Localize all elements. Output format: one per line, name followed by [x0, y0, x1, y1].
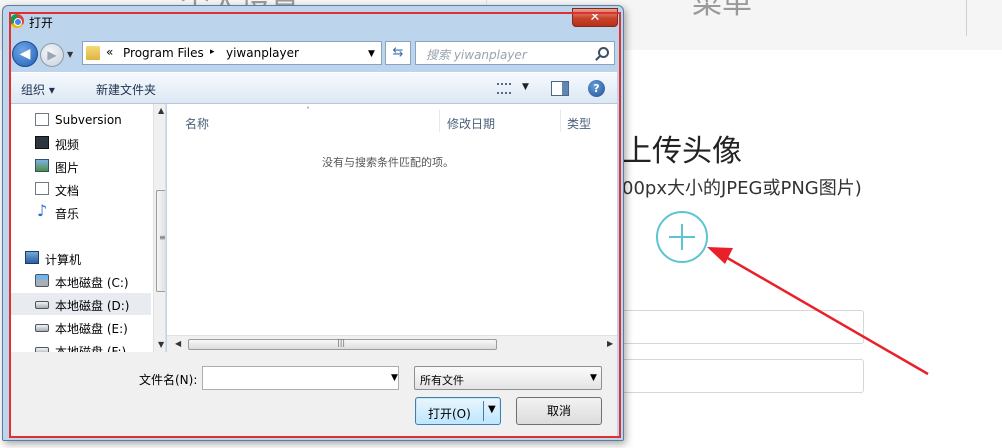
scroll-left-icon[interactable]: ◀ — [175, 339, 181, 348]
column-header-name[interactable]: 名称 — [185, 115, 209, 132]
empty-results-message: 没有与搜索条件匹配的项。 — [322, 156, 454, 169]
sidebar-item-label: 本地磁盘 (C:) — [55, 276, 129, 290]
forward-arrow-icon[interactable]: ▶ — [40, 43, 64, 67]
document-icon — [35, 182, 49, 195]
dialog-titlebar[interactable]: 打开 ✕ — [3, 6, 623, 36]
scrollbar-thumb[interactable]: ||| — [188, 338, 497, 350]
breadcrumb-separator-icon[interactable]: ▸ — [210, 47, 215, 57]
address-bar[interactable]: « Program Files ▸ yiwanplayer ▼ — [82, 41, 382, 65]
column-divider[interactable] — [560, 110, 561, 132]
filename-field[interactable] — [202, 366, 399, 390]
chevron-down-icon: ▼ — [590, 373, 597, 383]
sidebar-item-drive-d[interactable]: 本地磁盘 (D:) — [9, 293, 151, 315]
os-drive-icon — [35, 274, 49, 287]
chevron-down-icon[interactable]: ▼ — [522, 82, 529, 92]
filename-label: 文件名(N): — [139, 373, 198, 387]
list-horizontal-scrollbar[interactable]: ◀ ||| ▶ — [167, 335, 617, 352]
sidebar-item-music[interactable]: ♪ 音乐 — [9, 201, 151, 223]
breadcrumb-overflow[interactable]: « — [106, 45, 113, 59]
file-open-dialog: 打开 ✕ ◀ ▶ ▼ « Program Files ▸ yiwanplayer… — [2, 5, 624, 441]
search-icon[interactable] — [598, 47, 609, 58]
search-input[interactable]: 搜索 yiwanplayer — [415, 41, 615, 65]
sidebar-item-label: 计算机 — [45, 253, 82, 267]
scrollbar-thumb[interactable]: ≡ — [156, 190, 166, 292]
preview-pane-icon[interactable] — [551, 81, 569, 96]
sidebar-item-label: 图片 — [55, 161, 80, 175]
folder-icon — [86, 46, 100, 60]
help-icon[interactable]: ? — [588, 80, 605, 97]
sidebar-item-label: 音乐 — [55, 207, 80, 221]
cancel-button[interactable]: 取消 — [516, 397, 602, 425]
chrome-icon — [10, 14, 24, 28]
scroll-right-icon[interactable]: ▶ — [607, 339, 613, 348]
sidebar-item-label: 视频 — [55, 138, 80, 152]
drive-icon — [35, 301, 49, 309]
split-divider — [483, 401, 484, 421]
dialog-title: 打开 — [29, 16, 54, 30]
sidebar-item-label: 文档 — [55, 184, 80, 198]
column-header-type[interactable]: 类型 — [567, 115, 591, 132]
sidebar-item-documents[interactable]: 文档 — [9, 178, 151, 200]
chevron-down-icon[interactable]: ▼ — [368, 49, 375, 59]
sidebar-item-label: 本地磁盘 (D:) — [55, 299, 130, 313]
music-icon: ♪ — [37, 201, 48, 220]
sidebar-item-drive-f[interactable]: 本地磁盘 (F:) — [9, 339, 151, 352]
drive-icon — [35, 324, 49, 332]
navigation-bar: ◀ ▶ ▼ « Program Files ▸ yiwanplayer ▼ ⇆ … — [3, 36, 623, 72]
back-arrow-icon[interactable]: ◀ — [12, 41, 38, 67]
sidebar-item-computer[interactable]: 计算机 — [9, 247, 151, 269]
sidebar-item-drive-e[interactable]: 本地磁盘 (E:) — [9, 316, 151, 338]
screen: 个人设置 菜单 上传头像 00px大小的JPEG或PNG图片) 打开 ✕ ◀ ▶… — [0, 0, 1002, 448]
sidebar-scrollbar[interactable]: ▲ ≡ ▼ — [153, 104, 166, 352]
sidebar-item-pictures[interactable]: 图片 — [9, 155, 151, 177]
recent-locations-dropdown-icon[interactable]: ▼ — [67, 50, 73, 59]
scroll-down-icon[interactable]: ▼ — [158, 340, 164, 349]
column-header-date[interactable]: 修改日期 — [447, 115, 495, 132]
chevron-down-icon[interactable]: ▼ — [391, 373, 398, 383]
grip-icon: ≡ — [159, 233, 166, 242]
file-list-pane: ˄ 名称 修改日期 类型 没有与搜索条件匹配的项。 ◀ ||| ▶ — [167, 104, 617, 352]
grip-icon: ||| — [337, 338, 346, 347]
dialog-footer: 文件名(N): ▼ 所有文件 ▼ 打开(O) ▼ 取消 — [9, 352, 617, 436]
open-button-label: 打开(O) — [428, 407, 471, 421]
organize-menu[interactable]: 组织 ▾ — [21, 81, 55, 98]
sidebar-item-label: Subversion — [55, 113, 122, 127]
filetype-select[interactable]: 所有文件 ▼ — [414, 366, 602, 390]
navigation-pane: Subversion 视频 图片 文档 ♪ 音乐 计算机 本地磁盘 (C:) 本… — [9, 104, 166, 352]
new-folder-button[interactable]: 新建文件夹 — [96, 81, 156, 98]
computer-icon — [25, 251, 39, 264]
breadcrumb-yiwanplayer[interactable]: yiwanplayer — [226, 46, 299, 60]
sidebar-item-drive-c[interactable]: 本地磁盘 (C:) — [9, 270, 151, 292]
sidebar-item-label: 本地磁盘 (E:) — [55, 322, 128, 336]
view-options-icon[interactable] — [497, 83, 511, 94]
sidebar-item-videos[interactable]: 视频 — [9, 132, 151, 154]
close-button[interactable]: ✕ — [572, 8, 618, 27]
open-button[interactable]: 打开(O) ▼ — [415, 397, 501, 425]
sidebar-item-subversion[interactable]: Subversion — [9, 109, 151, 131]
dialog-toolbar: 组织 ▾ 新建文件夹 ▼ ? — [9, 72, 617, 104]
column-divider[interactable] — [439, 110, 440, 132]
refresh-icon[interactable]: ⇆ — [385, 41, 411, 65]
video-icon — [35, 136, 49, 149]
search-placeholder: 搜索 yiwanplayer — [426, 48, 527, 62]
sidebar-item-label: 本地磁盘 (F:) — [55, 345, 127, 352]
filetype-selected: 所有文件 — [420, 374, 464, 387]
document-icon — [35, 113, 49, 126]
picture-icon — [35, 159, 49, 172]
breadcrumb-program-files[interactable]: Program Files — [123, 46, 204, 60]
sort-caret-icon: ˄ — [306, 106, 310, 115]
scroll-up-icon[interactable]: ▲ — [158, 106, 164, 115]
chevron-down-icon[interactable]: ▼ — [488, 404, 496, 415]
